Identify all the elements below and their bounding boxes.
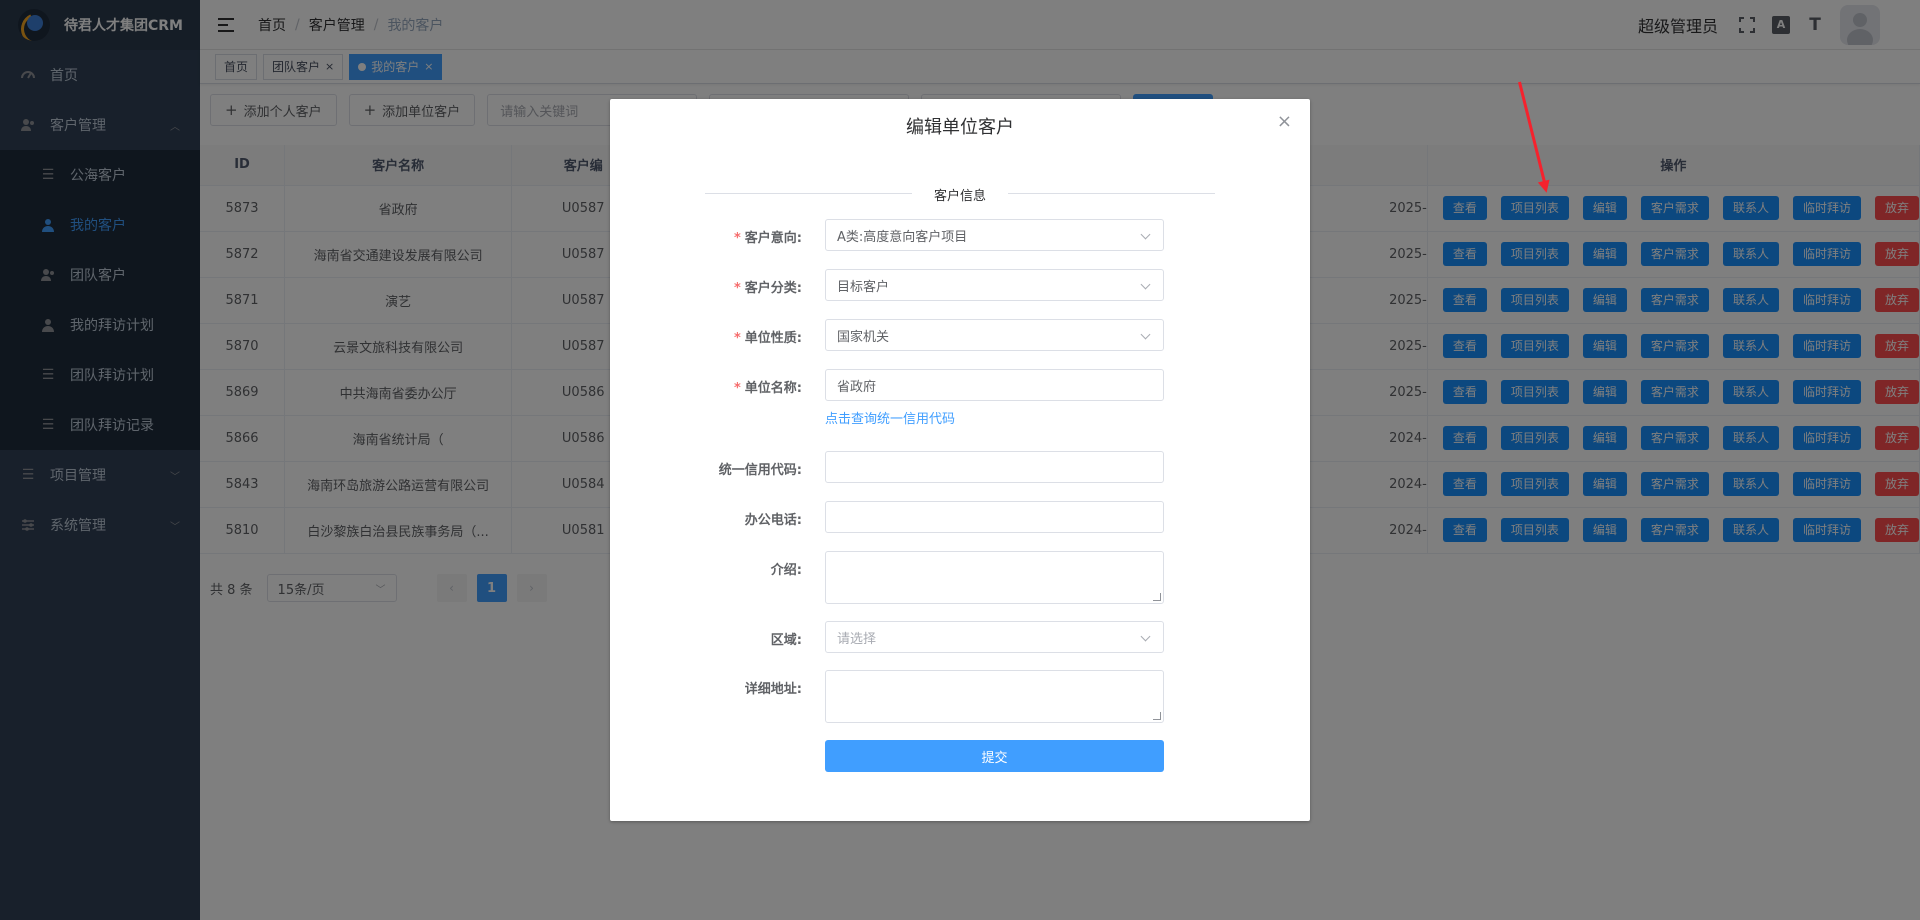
close-icon[interactable]: × [1277, 111, 1292, 132]
region-select[interactable]: 请选择 [825, 621, 1164, 653]
section-title: 客户信息 [912, 185, 1008, 204]
customer-intent-select[interactable]: A类:高度意向客户项目 [825, 219, 1164, 251]
required-mark: * [733, 281, 741, 296]
field-label: 办公电话: [744, 513, 802, 528]
credit-code-input[interactable] [825, 451, 1164, 483]
label-text: 客户分类: [744, 281, 802, 296]
required-mark: * [733, 381, 741, 396]
label-text: 单位性质: [744, 331, 802, 346]
edit-unit-customer-dialog: 编辑单位客户 × 客户信息 * 客户意向: A类:高度意向客户项目 * 客户分类: … [610, 99, 1310, 821]
submit-button[interactable]: 提交 [825, 740, 1164, 772]
label-text: 客户意向: [744, 231, 802, 246]
customer-category-select[interactable]: 目标客户 [825, 269, 1164, 301]
field-label: 详细地址: [744, 682, 802, 697]
office-phone-input[interactable] [825, 501, 1164, 533]
intro-textarea[interactable] [825, 551, 1164, 604]
field-label: 统一信用代码: [718, 463, 802, 478]
credit-code-lookup-link[interactable]: 点击查询统一信用代码 [825, 408, 955, 427]
field-label: * 客户意向: [610, 227, 812, 246]
address-textarea[interactable] [825, 670, 1164, 723]
unit-name-input[interactable]: 省政府 [825, 369, 1164, 401]
required-mark: * [733, 231, 741, 246]
field-label: 区域: [770, 633, 802, 648]
field-label: * 单位性质: [610, 327, 812, 346]
field-label: * 客户分类: [610, 277, 812, 296]
required-mark: * [733, 331, 741, 346]
label-text: 单位名称: [744, 381, 802, 396]
field-label: * 单位名称: [610, 377, 812, 396]
field-label: 介绍: [770, 563, 802, 578]
unit-nature-select[interactable]: 国家机关 [825, 319, 1164, 351]
dialog-title: 编辑单位客户 [906, 117, 1014, 138]
